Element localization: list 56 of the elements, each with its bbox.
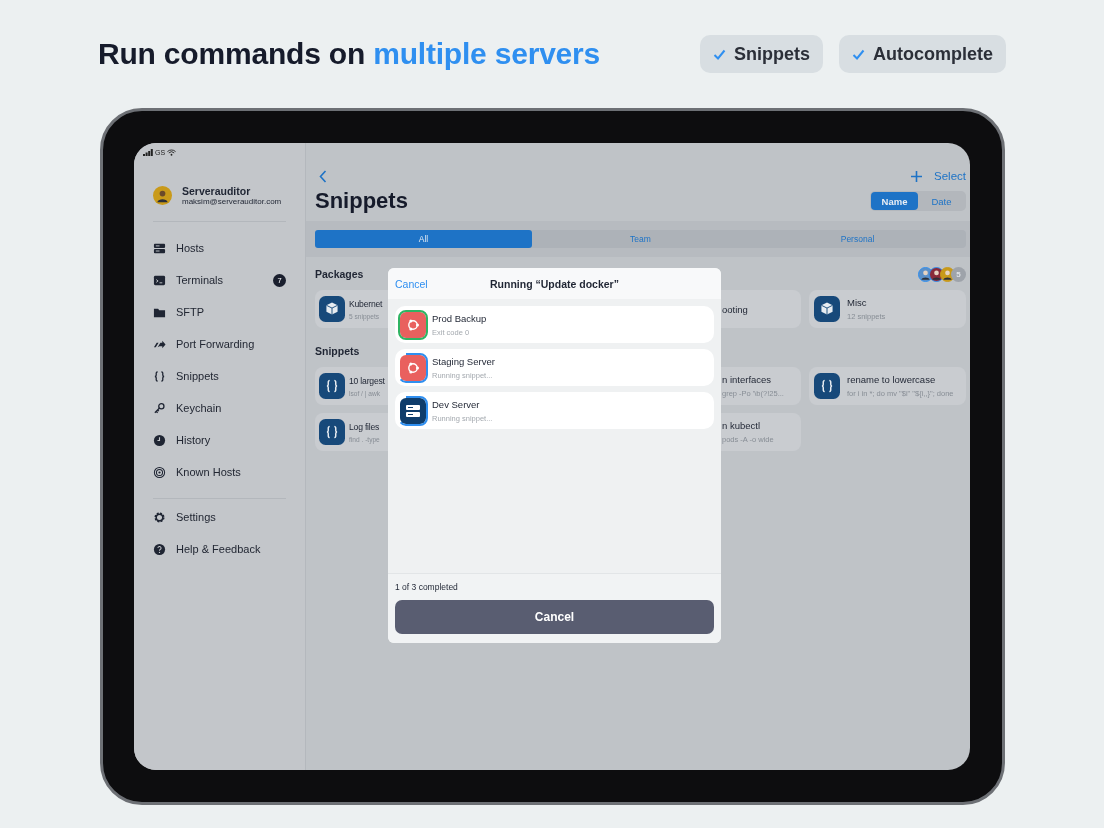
server-icon xyxy=(398,395,428,426)
account-name: Serverauditor xyxy=(182,184,252,197)
host-name: Staging Server xyxy=(432,355,495,367)
braces-icon xyxy=(153,369,166,383)
card-title: Misc xyxy=(847,297,868,308)
box-icon xyxy=(814,296,840,322)
sidebar-item[interactable]: Port Forwarding xyxy=(153,328,286,360)
sidebar-item[interactable]: Known Hosts xyxy=(153,456,286,488)
member-count: 5 xyxy=(951,266,966,282)
card-title: ooting xyxy=(722,303,749,315)
card-title: rename to lowercase xyxy=(847,374,937,385)
sidebar-item[interactable]: Keychain xyxy=(153,392,286,424)
wifi-icon xyxy=(167,148,177,156)
card-title: Kubernet xyxy=(349,298,383,309)
section-heading: Packages xyxy=(315,268,364,280)
signal-icon xyxy=(143,148,153,156)
feature-chip: Autocomplete xyxy=(839,35,1006,73)
avatar-icon xyxy=(153,185,172,205)
server-icon xyxy=(153,241,166,255)
card-title: n interfaces xyxy=(722,374,773,385)
account-email: maksim@serverauditor.com xyxy=(182,196,282,206)
sort-option[interactable]: Name xyxy=(871,192,918,210)
feature-chip: Snippets xyxy=(699,35,823,73)
ubuntu-icon xyxy=(398,309,428,340)
key-icon xyxy=(153,401,166,415)
plus-icon[interactable] xyxy=(911,170,923,182)
headline: Run commands on multiple servers xyxy=(98,37,602,71)
braces-icon xyxy=(319,419,345,445)
back-icon[interactable] xyxy=(319,169,327,183)
card-title: Log files xyxy=(349,421,380,432)
braces-icon xyxy=(814,373,840,399)
sidebar-item[interactable]: Settings xyxy=(153,501,286,533)
sidebar-item[interactable]: Hosts xyxy=(153,232,286,264)
sidebar-item[interactable]: History xyxy=(153,424,286,456)
progress-text: 1 of 3 completed xyxy=(395,582,459,592)
filter-tab[interactable]: All xyxy=(315,230,532,248)
host-name: Prod Backup xyxy=(432,312,487,324)
sidebar-item[interactable]: Snippets xyxy=(153,360,286,392)
box-icon xyxy=(319,296,345,322)
terminal-icon xyxy=(153,273,166,287)
help-icon xyxy=(153,542,166,556)
section-heading: Snippets xyxy=(315,345,360,357)
dialog-title: Running “Update docker” xyxy=(490,277,619,290)
card-title: 10 largest xyxy=(349,375,385,386)
sidebar-item[interactable]: Help & Feedback xyxy=(153,533,286,565)
clock-icon xyxy=(153,433,166,447)
card-title: n kubectl xyxy=(722,420,762,431)
sidebar-item[interactable]: SFTP xyxy=(153,296,286,328)
card-fragment[interactable]: ooting xyxy=(721,290,801,328)
fingerprint-icon xyxy=(153,465,166,479)
ubuntu-icon xyxy=(398,352,428,383)
cancel-button[interactable]: Cancel xyxy=(395,600,714,634)
page-title: Snippets xyxy=(315,188,409,214)
braces-icon xyxy=(319,373,345,399)
settings-icon xyxy=(153,510,166,524)
host-name: Dev Server xyxy=(432,398,481,410)
